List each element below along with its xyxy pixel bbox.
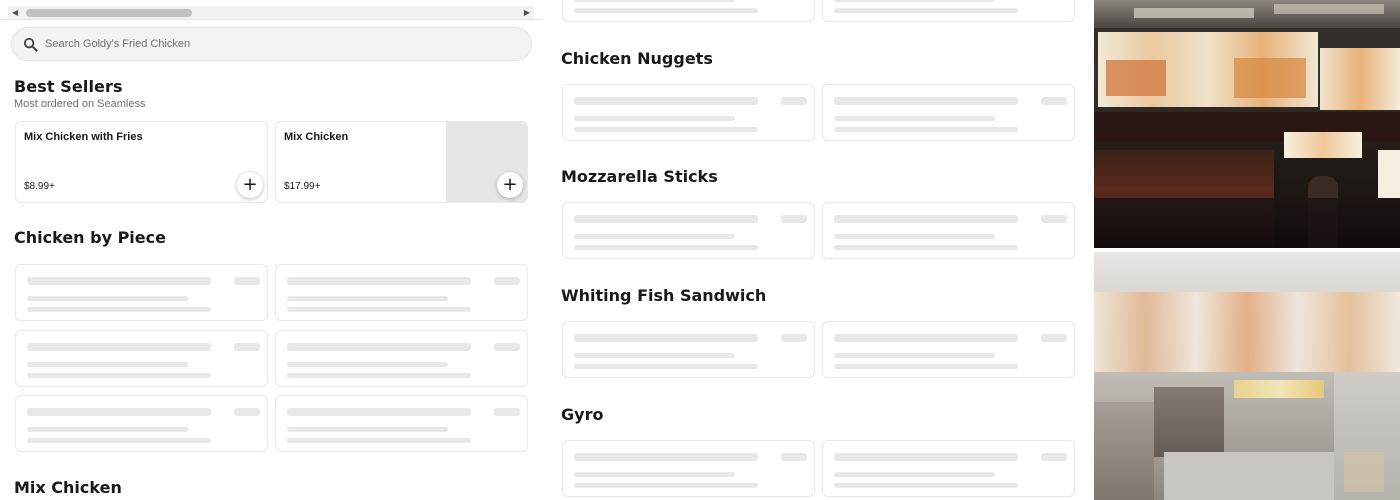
divider (0, 19, 542, 20)
best-seller-card[interactable]: Mix Chicken with Fries $8.99+ + (15, 121, 268, 203)
item-price: $17.99+ (284, 181, 321, 192)
menu-search-bar[interactable] (11, 27, 532, 61)
section-title-chicken-by-piece: Chicken by Piece (14, 228, 166, 247)
category-scrollbar[interactable]: ◀ ▶ (8, 6, 534, 20)
menu-item-skeleton (562, 0, 815, 22)
scroll-right-arrow-icon[interactable]: ▶ (524, 8, 530, 18)
plus-icon[interactable]: + (237, 172, 263, 198)
menu-item-skeleton (822, 84, 1075, 141)
menu-item-skeleton (15, 395, 268, 452)
menu-item-skeleton (822, 202, 1075, 259)
menu-item-skeleton (822, 440, 1075, 497)
scroll-left-arrow-icon[interactable]: ◀ (12, 8, 18, 18)
restaurant-photo-interior (1094, 252, 1400, 500)
menu-item-skeleton (822, 321, 1075, 378)
menu-item-skeleton (562, 321, 815, 378)
section-title-mix-chicken: Mix Chicken (14, 478, 122, 497)
scrollbar-thumb[interactable] (26, 9, 192, 17)
restaurant-photo-counter (1094, 0, 1400, 248)
item-price: $8.99+ (24, 181, 55, 192)
menu-item-skeleton (15, 330, 268, 387)
menu-item-skeleton (562, 84, 815, 141)
item-name: Mix Chicken with Fries (24, 131, 143, 143)
section-title-whiting-fish-sandwich: Whiting Fish Sandwich (561, 286, 767, 305)
menu-item-skeleton (15, 264, 268, 321)
menu-item-skeleton (275, 264, 528, 321)
menu-item-skeleton (822, 0, 1075, 22)
menu-item-skeleton (562, 440, 815, 497)
menu-item-skeleton (562, 202, 815, 259)
menu-item-skeleton (275, 395, 528, 452)
section-title-chicken-nuggets: Chicken Nuggets (561, 49, 713, 68)
item-name: Mix Chicken (284, 131, 349, 143)
best-sellers-subtitle: Most ordered on Seamless (14, 98, 146, 110)
search-input[interactable] (45, 38, 505, 50)
best-seller-card[interactable]: Mix Chicken $17.99+ + (275, 121, 528, 203)
section-title-gyro: Gyro (561, 405, 604, 424)
search-icon (23, 37, 38, 52)
plus-icon[interactable]: + (497, 172, 523, 198)
menu-item-skeleton (275, 330, 528, 387)
best-sellers-title: Best Sellers (14, 77, 123, 96)
section-title-mozzarella-sticks: Mozzarella Sticks (561, 167, 718, 186)
